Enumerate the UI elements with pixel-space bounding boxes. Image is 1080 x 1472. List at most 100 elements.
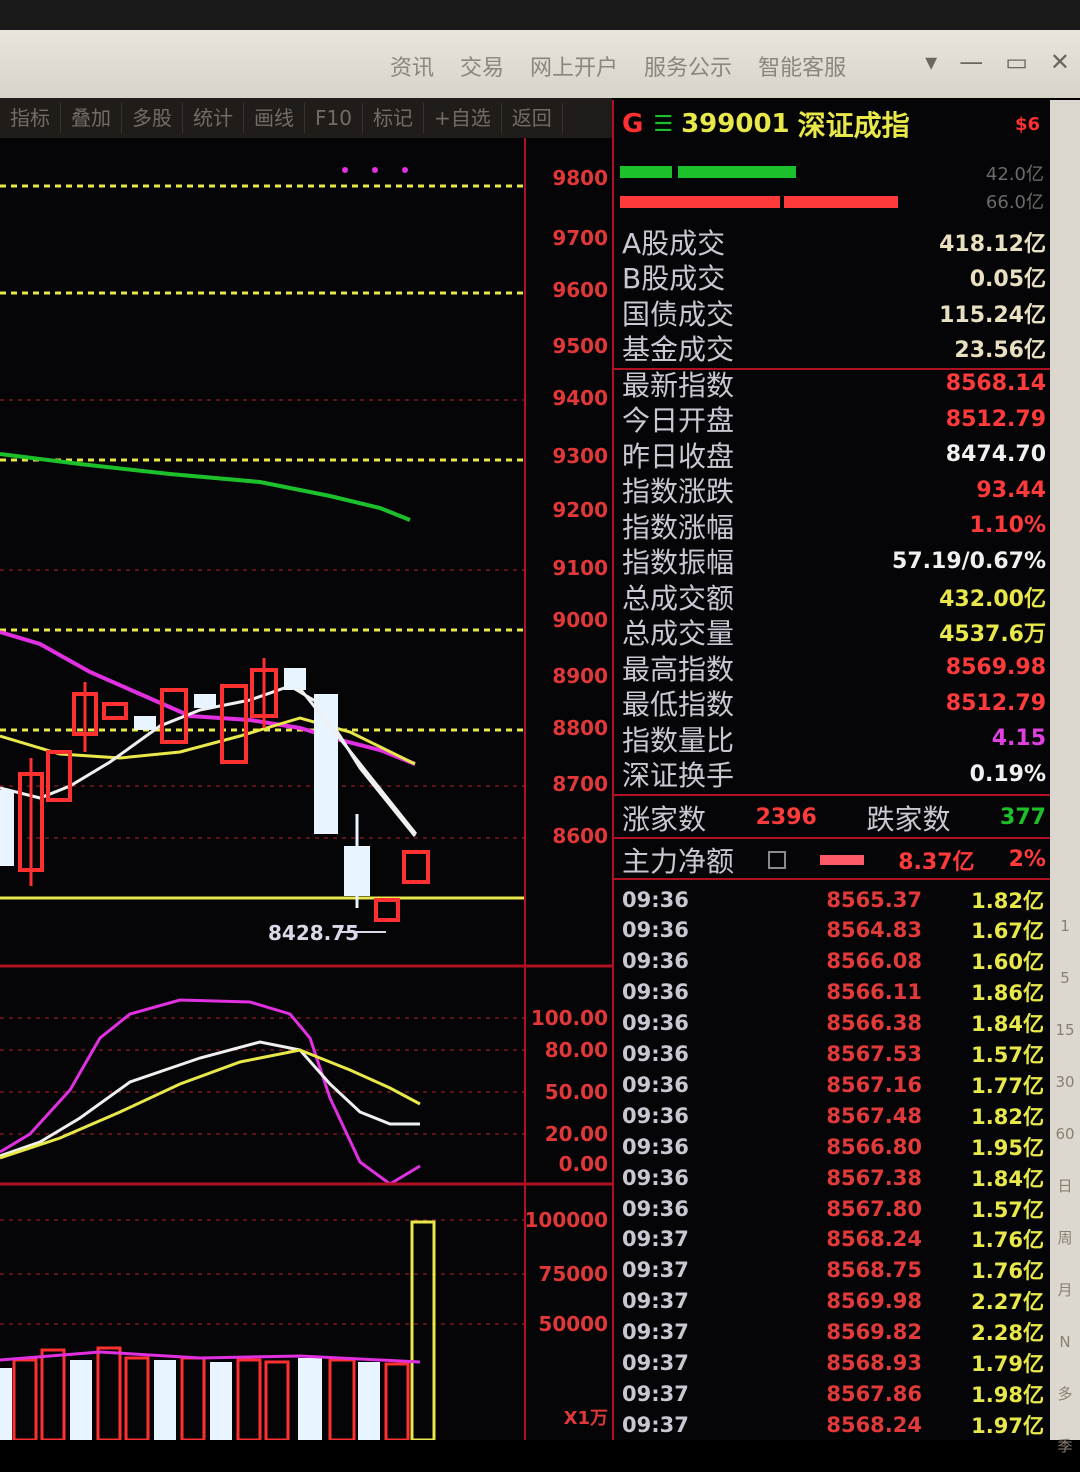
stat-label: 指数涨幅 — [622, 510, 735, 544]
tick-price: 8567.80 — [826, 1196, 922, 1221]
quote-panel: G ☰ 399001 深证成指 $6 42.0亿 66.0亿 A股成交 418.1… — [612, 100, 1052, 1440]
candle-up — [402, 850, 430, 884]
minimize-button[interactable]: — — [959, 48, 983, 76]
stat-label: 昨日收盘 — [622, 439, 735, 473]
kdj-d-line — [0, 1048, 421, 1160]
menu-icon[interactable]: ☰ — [653, 112, 673, 137]
calendar-icon[interactable] — [768, 850, 787, 869]
tick-row: 09:37 8568.93 1.79亿 — [622, 1348, 1046, 1379]
stat-value: 8512.79 — [945, 406, 1046, 432]
period-button[interactable]: 季 — [1050, 1420, 1080, 1472]
period-button[interactable]: N — [1050, 1316, 1080, 1368]
net-flow-pct: 2% — [1008, 847, 1046, 872]
sidebar-tools — [1050, 100, 1080, 900]
tick-time: 09:37 — [622, 1351, 689, 1375]
tick-time: 09:36 — [622, 980, 689, 1005]
volume-bar — [96, 1346, 122, 1442]
volume-bar — [70, 1360, 92, 1440]
stat-row: 最新指数 8568.14 — [622, 366, 1046, 402]
tick-row: 09:36 8566.08 1.60亿 — [622, 946, 1046, 977]
tick-time: 09:37 — [622, 1381, 689, 1406]
toolbar-mark[interactable]: 标记 — [363, 103, 424, 133]
tick-price: 8566.80 — [826, 1134, 922, 1159]
price-tick: 9700 — [552, 226, 608, 250]
tick-time: 09:36 — [622, 1011, 689, 1036]
period-button[interactable]: 15 — [1050, 1004, 1080, 1056]
quote-header: G ☰ 399001 深证成指 $6 — [614, 100, 1052, 148]
tick-amount: 1.84亿 — [971, 1012, 1044, 1037]
window-controls: ▾ — ▭ ✕ — [925, 48, 1070, 76]
tick-amount: 1.57亿 — [971, 1197, 1044, 1222]
tick-price: 8568.93 — [826, 1351, 922, 1375]
stat-label: 指数量比 — [622, 723, 735, 757]
price-tick: 9100 — [552, 556, 608, 580]
kdj-tick: 0.00 — [558, 1152, 608, 1176]
menu-open-account[interactable]: 网上开户 — [530, 50, 618, 82]
toolbar-statistics[interactable]: 统计 — [183, 103, 244, 133]
candle-up — [374, 898, 400, 922]
kdj-tick: 80.00 — [544, 1038, 608, 1062]
flow-bar-red — [620, 196, 780, 208]
stat-row: 最低指数 8512.79 — [622, 686, 1046, 721]
stat-value: 4537.6万 — [939, 622, 1046, 647]
price-gridlines — [0, 184, 524, 900]
stat-label: A股成交 — [622, 226, 726, 260]
skin-icon[interactable]: ▾ — [925, 48, 937, 76]
tick-time: 09:36 — [622, 918, 689, 943]
vol-tick: 75000 — [538, 1262, 608, 1286]
tick-row: 09:36 8567.38 1.84亿 — [622, 1162, 1046, 1193]
tick-time: 09:36 — [622, 887, 689, 912]
price-tick: 9300 — [552, 444, 608, 468]
stat-row: B股成交 0.05亿 — [622, 260, 1046, 295]
period-button[interactable]: 5 — [1050, 952, 1080, 1004]
period-button[interactable]: 30 — [1050, 1056, 1080, 1108]
net-flow-bar — [820, 854, 865, 865]
volume-bar — [154, 1360, 176, 1440]
kdj-tick: 20.00 — [544, 1122, 608, 1146]
period-button[interactable]: 日 — [1050, 1160, 1080, 1212]
menu-trade[interactable]: 交易 — [460, 50, 504, 82]
tick-price: 8567.48 — [826, 1103, 922, 1128]
toolbar-f10[interactable]: F10 — [305, 103, 363, 133]
maximize-button[interactable]: ▭ — [1005, 48, 1028, 76]
menu-service[interactable]: 服务公示 — [644, 50, 732, 82]
period-button[interactable]: 1 — [1050, 900, 1080, 952]
tick-amount: 1.98亿 — [971, 1382, 1044, 1407]
stat-value: 57.19/0.67% — [892, 548, 1046, 574]
candle-up — [102, 702, 128, 720]
period-button[interactable]: 周 — [1050, 1212, 1080, 1264]
menu-support[interactable]: 智能客服 — [758, 50, 846, 82]
stat-row: 指数涨幅 1.10% — [622, 508, 1046, 544]
toolbar-multi-stock[interactable]: 多股 — [122, 103, 183, 133]
vol-tick: 100000 — [524, 1208, 609, 1232]
toolbar-overlay[interactable]: 叠加 — [61, 103, 122, 133]
toolbar-back[interactable]: 返回 — [502, 103, 563, 133]
stat-label: 指数振幅 — [622, 546, 735, 579]
period-button[interactable]: 月 — [1050, 1264, 1080, 1316]
flow-label: 66.0亿 — [985, 192, 1044, 213]
tick-amount: 1.82亿 — [971, 1104, 1044, 1129]
tick-price: 8567.53 — [826, 1042, 922, 1066]
stat-label: 国债成交 — [622, 297, 735, 331]
menu-news[interactable]: 资讯 — [390, 50, 434, 82]
toolbar-add-watchlist[interactable]: +自选 — [424, 103, 502, 133]
toolbar-indicator[interactable]: 指标 — [0, 103, 61, 133]
volume-bar — [12, 1358, 38, 1442]
tick-price: 8569.98 — [826, 1289, 922, 1314]
tick-amount: 1.86亿 — [971, 981, 1044, 1006]
close-button[interactable]: ✕ — [1050, 48, 1070, 76]
ticks-divider — [614, 878, 1052, 880]
period-button[interactable]: 60 — [1050, 1108, 1080, 1160]
tick-amount: 1.95亿 — [971, 1135, 1044, 1160]
tick-row: 09:37 8568.24 1.76亿 — [622, 1224, 1046, 1255]
stat-row: 今日开盘 8512.79 — [622, 402, 1046, 437]
period-button[interactable]: 多 — [1050, 1368, 1080, 1420]
tick-price: 8567.38 — [826, 1165, 922, 1190]
tick-time: 09:36 — [622, 1072, 689, 1097]
toolbar-draw-line[interactable]: 画线 — [244, 103, 305, 133]
price-tick: 9800 — [552, 166, 608, 190]
tick-price: 8569.82 — [826, 1320, 922, 1345]
tick-amount: 1.60亿 — [971, 950, 1044, 975]
price-tick: 9500 — [552, 334, 608, 358]
tick-time: 09:36 — [622, 1196, 689, 1221]
